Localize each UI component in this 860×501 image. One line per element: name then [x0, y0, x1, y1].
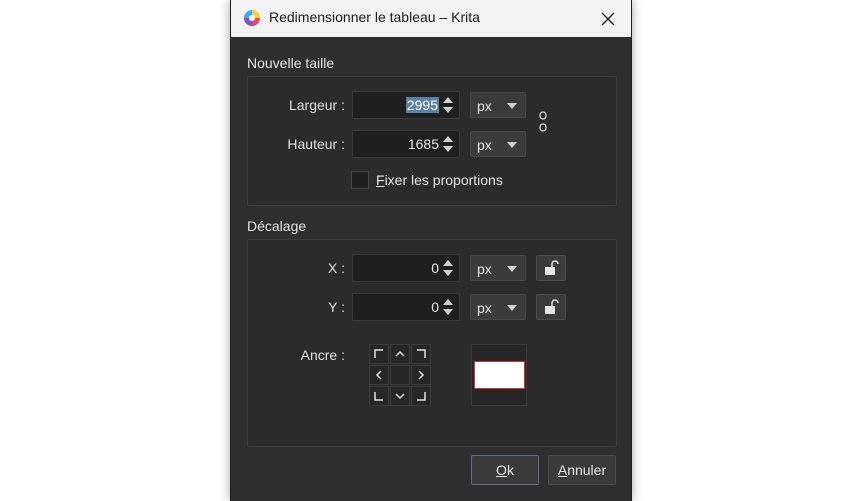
- chevron-down-icon: [507, 103, 517, 109]
- close-button[interactable]: [585, 0, 631, 37]
- spin-up-icon[interactable]: [443, 260, 453, 266]
- width-unit-select[interactable]: px: [470, 92, 526, 118]
- y-unit-value: px: [477, 300, 492, 316]
- corner-top-left-icon: [374, 349, 383, 358]
- new-size-group-title: Nouvelle taille: [247, 55, 335, 71]
- width-label: Largeur :: [288, 97, 345, 113]
- cancel-button[interactable]: Annuler: [548, 455, 616, 485]
- y-offset-label: Y :: [328, 299, 345, 315]
- canvas-preview-rect: [474, 361, 525, 389]
- anchor-right[interactable]: [411, 365, 431, 385]
- chain-link-icon[interactable]: [538, 110, 548, 140]
- width-spinbox[interactable]: 2995: [352, 91, 460, 119]
- width-value: 2995: [405, 97, 439, 113]
- anchor-label: Ancre :: [300, 347, 345, 363]
- anchor-bottom[interactable]: [390, 386, 410, 406]
- chevron-up-icon: [395, 350, 405, 357]
- chevron-down-icon: [507, 266, 517, 272]
- x-unit-value: px: [477, 261, 492, 277]
- spin-down-icon[interactable]: [443, 270, 453, 276]
- corner-bottom-right-icon: [417, 392, 426, 401]
- x-spin-arrows[interactable]: [442, 258, 456, 278]
- x-lock-button[interactable]: [536, 255, 566, 281]
- height-spinbox[interactable]: 1685: [352, 130, 460, 158]
- corner-top-right-icon: [417, 349, 426, 358]
- spin-up-icon[interactable]: [443, 97, 453, 103]
- x-offset-spinbox[interactable]: 0: [352, 254, 460, 282]
- window-title: Redimensionner le tableau – Krita: [269, 9, 480, 25]
- height-label: Hauteur :: [287, 136, 345, 152]
- keep-ratio-checkbox[interactable]: [351, 171, 369, 189]
- resize-canvas-dialog: Redimensionner le tableau – Krita Nouvel…: [230, 0, 632, 501]
- anchor-center[interactable]: [390, 365, 410, 385]
- spin-up-icon[interactable]: [443, 136, 453, 142]
- chevron-down-icon: [507, 142, 517, 148]
- anchor-bottom-right[interactable]: [411, 386, 431, 406]
- anchor-top[interactable]: [390, 344, 410, 364]
- unlock-icon: [545, 299, 559, 314]
- x-offset-label: X :: [327, 260, 345, 276]
- anchor-left[interactable]: [369, 365, 389, 385]
- spin-down-icon[interactable]: [443, 309, 453, 315]
- unlock-icon: [545, 260, 559, 275]
- spin-up-icon[interactable]: [443, 299, 453, 305]
- keep-ratio-label[interactable]: Fixer les proportions: [376, 172, 503, 188]
- width-spin-arrows[interactable]: [442, 95, 456, 115]
- chevron-right-icon: [418, 370, 425, 380]
- x-unit-select[interactable]: px: [470, 255, 526, 281]
- offset-group-title: Décalage: [247, 218, 307, 234]
- y-offset-spinbox[interactable]: 0: [352, 293, 460, 321]
- spin-down-icon[interactable]: [443, 107, 453, 113]
- anchor-bottom-left[interactable]: [369, 386, 389, 406]
- chevron-down-icon: [507, 305, 517, 311]
- anchor-top-left[interactable]: [369, 344, 389, 364]
- y-unit-select[interactable]: px: [470, 294, 526, 320]
- height-unit-select[interactable]: px: [470, 131, 526, 157]
- y-lock-button[interactable]: [536, 294, 566, 320]
- chevron-down-icon: [395, 393, 405, 400]
- width-unit-value: px: [477, 98, 492, 114]
- height-unit-value: px: [477, 137, 492, 153]
- y-spin-arrows[interactable]: [442, 297, 456, 317]
- anchor-grid: [369, 344, 433, 408]
- anchor-top-right[interactable]: [411, 344, 431, 364]
- corner-bottom-left-icon: [374, 392, 383, 401]
- krita-app-icon: [244, 10, 260, 26]
- x-offset-value: 0: [431, 260, 439, 276]
- ok-button[interactable]: Ok: [471, 455, 539, 485]
- close-icon: [601, 12, 615, 25]
- title-bar[interactable]: Redimensionner le tableau – Krita: [231, 0, 631, 37]
- chevron-left-icon: [375, 370, 382, 380]
- spin-down-icon[interactable]: [443, 146, 453, 152]
- height-spin-arrows[interactable]: [442, 134, 456, 154]
- canvas-preview: [471, 344, 527, 406]
- height-value: 1685: [407, 136, 439, 152]
- y-offset-value: 0: [431, 299, 439, 315]
